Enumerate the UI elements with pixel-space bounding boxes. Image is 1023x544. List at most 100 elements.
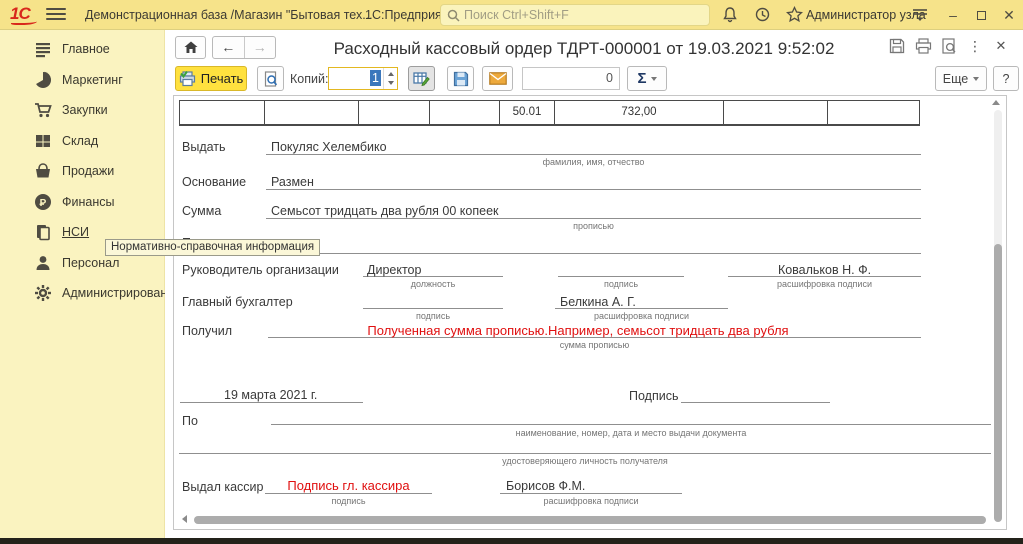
issue-value[interactable]: Покуляс Хелембико	[271, 140, 387, 154]
sidebar-item-finansy[interactable]: Р Финансы	[0, 187, 164, 218]
save-icon[interactable]	[887, 38, 907, 56]
copies-stepper[interactable]: 1	[328, 67, 398, 90]
sum-value[interactable]: Семьсот тридцать два рубля 00 копеек	[271, 204, 498, 218]
copies-label: Копий:	[290, 72, 328, 86]
attachment-field-line[interactable]	[266, 239, 921, 254]
forward-button[interactable]: →	[245, 37, 276, 58]
document-window: ← → Расходный кассовый ордер ТДРТ-000001…	[165, 30, 1023, 538]
search-input[interactable]	[464, 8, 684, 22]
history-nav-group: ← →	[212, 36, 276, 59]
notifications-bell-icon[interactable]	[722, 6, 742, 24]
document-title: Расходный кассовый ордер ТДРТ-000001 от …	[295, 39, 873, 59]
sidebar-item-sklad[interactable]: Склад	[0, 126, 164, 157]
sum-button[interactable]: Σ	[627, 66, 667, 91]
basis-value[interactable]: Размен	[271, 175, 314, 189]
more-button[interactable]: Еще	[935, 66, 987, 91]
help-button[interactable]: ?	[993, 66, 1019, 91]
kebab-menu-icon[interactable]: ⋮	[965, 38, 985, 56]
window-bottom-edge	[0, 538, 1023, 544]
identity-field-line[interactable]	[179, 439, 991, 454]
step-up-icon[interactable]	[388, 72, 394, 76]
table-cell	[828, 101, 920, 125]
horizontal-scrollbar-thumb[interactable]	[194, 516, 986, 524]
top-bar: 1С Демонстрационная база /Магазин "Бытов…	[0, 0, 1023, 30]
save-file-button[interactable]	[447, 66, 474, 91]
table-cell	[359, 101, 430, 125]
date-value[interactable]: 19 марта 2021 г.	[224, 388, 317, 402]
received-label: Получил	[182, 324, 232, 338]
counter-field[interactable]: 0	[522, 67, 620, 90]
cash-order-form: 50.01 732,00 Выдать Покуляс Хелембико фа…	[173, 95, 1007, 530]
cashier-name-value[interactable]: Борисов Ф.М.	[506, 479, 585, 493]
head-signature-line[interactable]	[558, 262, 684, 277]
favorites-star-icon[interactable]	[786, 6, 806, 24]
maximize-button[interactable]	[970, 5, 992, 25]
signature-caption: подпись	[363, 311, 503, 321]
printer-check-icon	[179, 71, 196, 87]
edit-table-button[interactable]	[408, 66, 435, 91]
print-button[interactable]: Печать	[175, 66, 247, 91]
search-box[interactable]	[440, 4, 710, 26]
vertical-scrollbar-thumb[interactable]	[994, 244, 1002, 522]
sidebar-item-administrirovanie[interactable]: Администрирование	[0, 278, 164, 309]
sidebar-item-label: Главное	[62, 42, 110, 56]
sidebar-item-glavnoe[interactable]: Главное	[0, 34, 164, 65]
copies-value[interactable]: 1	[329, 68, 383, 89]
debit-account-cell[interactable]: 50.01	[500, 101, 555, 125]
table-cell	[265, 101, 359, 125]
nsi-tooltip: Нормативно-справочная информация	[105, 239, 320, 256]
print-preview-button[interactable]	[257, 66, 284, 91]
sigma-icon: Σ	[637, 70, 646, 87]
head-label: Руководитель организации	[182, 263, 339, 277]
sidebar-item-label: Склад	[62, 134, 98, 148]
1c-logo: 1С	[10, 4, 30, 24]
back-button[interactable]: ←	[213, 37, 244, 58]
signature-caption: подпись	[558, 279, 684, 289]
cashier-sign-hint[interactable]: Подпись гл. кассира	[265, 478, 432, 493]
history-icon[interactable]	[754, 6, 774, 24]
stepper-arrows[interactable]	[383, 68, 397, 89]
head-name-value[interactable]: Ковальков Н. Ф.	[728, 263, 921, 277]
accounting-table: 50.01 732,00	[179, 100, 920, 126]
received-hint-value[interactable]: Полученная сумма прописью.Например, семь…	[268, 323, 888, 338]
service-menu-icon[interactable]	[912, 8, 932, 26]
close-window-button[interactable]: ✕	[998, 5, 1020, 25]
table-cell	[724, 101, 828, 125]
sidebar-item-label: Продажи	[62, 164, 114, 178]
accountant-signature-line[interactable]	[363, 294, 503, 309]
head-position-value[interactable]: Директор	[367, 263, 421, 277]
amount-cell[interactable]: 732,00	[555, 101, 724, 125]
basis-field-line	[266, 175, 921, 190]
svg-text:Р: Р	[40, 198, 47, 209]
signature-line[interactable]	[681, 388, 830, 403]
doc-magnifier-icon	[263, 71, 279, 87]
user-menu[interactable]: Администратор узла	[806, 8, 926, 22]
search-icon	[447, 9, 460, 22]
person-icon	[34, 254, 52, 272]
cashier-label: Выдал кассир	[182, 480, 263, 494]
by-field-line[interactable]	[271, 410, 991, 425]
sidebar-item-label: НСИ	[62, 225, 89, 239]
sidebar-item-prodazhi[interactable]: Продажи	[0, 156, 164, 187]
minimize-button[interactable]: –	[942, 5, 964, 25]
decryption-caption: расшифровка подписи	[728, 279, 921, 289]
home-button[interactable]	[175, 36, 206, 59]
sidebar-item-zakupki[interactable]: Закупки	[0, 95, 164, 126]
warehouse-icon	[34, 132, 52, 150]
accountant-name-value[interactable]: Белкина А. Г.	[560, 295, 636, 309]
main-menu-icon[interactable]	[46, 8, 66, 22]
sidebar-item-marketing[interactable]: Маркетинг	[0, 65, 164, 96]
send-email-button[interactable]	[482, 66, 513, 91]
sum-caption: прописью	[266, 221, 921, 231]
step-down-icon[interactable]	[388, 81, 394, 85]
identity-caption: удостоверяющего личность получателя	[179, 456, 991, 466]
close-document-icon[interactable]: ✕	[991, 38, 1011, 56]
scroll-up-icon[interactable]	[992, 100, 1000, 105]
cart-icon	[34, 101, 52, 119]
print-icon[interactable]	[913, 38, 933, 56]
scroll-left-icon[interactable]	[182, 515, 187, 523]
books-icon	[34, 223, 52, 241]
diskette-icon	[453, 71, 469, 87]
decryption-caption: расшифровка подписи	[555, 311, 728, 321]
preview-icon[interactable]	[939, 38, 959, 56]
